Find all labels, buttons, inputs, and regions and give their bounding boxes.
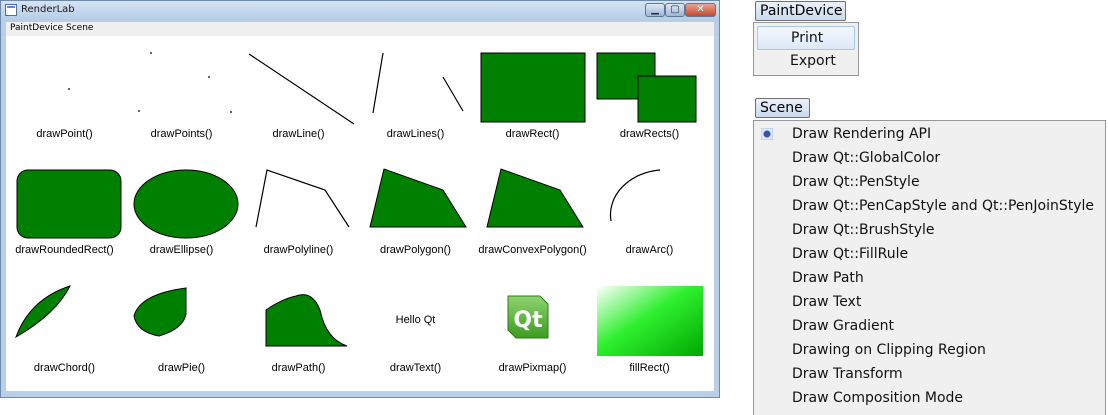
draw-lines-shape (372, 52, 464, 114)
tile-label: drawConvexPolygon() (478, 244, 587, 256)
title-bar[interactable]: RenderLab ▁ ▢ ✕ (1, 1, 719, 21)
scene-menu: Draw Rendering API Draw Qt::GlobalColor … (753, 120, 1106, 415)
tile-fill-rect: fillRect() (591, 272, 708, 390)
tile-label: drawLines() (386, 128, 445, 140)
tile-draw-rects: drawRects() (591, 36, 708, 154)
scene-item-draw-transform[interactable]: Draw Transform (754, 363, 1105, 387)
paintdevice-menu: Print Export (753, 22, 859, 76)
tile-label: drawPolyline() (263, 244, 334, 256)
radio-checked-icon (761, 128, 773, 140)
tile-label: drawPolygon() (380, 244, 451, 256)
menu-item-label: Draw Text (792, 294, 862, 310)
tile-draw-chord: drawChord() (6, 272, 123, 390)
tile-label: drawArc() (625, 244, 674, 256)
scene-item-draw-gradient[interactable]: Draw Gradient (754, 315, 1105, 339)
menu-scene[interactable]: Scene (66, 23, 93, 33)
menu-item-label: Print (791, 30, 824, 46)
scene-item-global-color[interactable]: Draw Qt::GlobalColor (754, 147, 1105, 171)
qt-logo-text: Qt (513, 308, 543, 333)
paintdevice-menu-title[interactable]: PaintDevice (755, 1, 846, 21)
tile-draw-pixmap: Qt drawPixmap() (474, 272, 591, 390)
tile-label: drawPoints() (150, 128, 213, 140)
menu-item-label: Draw Transform (792, 366, 903, 382)
tile-label: drawRects() (619, 128, 680, 140)
draw-polyline-shape (255, 169, 350, 228)
menu-item-label: Draw Qt::PenStyle (792, 174, 920, 190)
tile-draw-line: drawLine() (240, 36, 357, 154)
scene-item-clipping-region[interactable]: Drawing on Clipping Region (754, 339, 1105, 363)
scene-item-rendering-api[interactable]: Draw Rendering API (754, 123, 1105, 147)
tile-draw-rounded-rect: drawRoundedRect() (6, 154, 123, 272)
menu-item-label: Drawing on Clipping Region (792, 342, 986, 358)
menu-item-label: Draw Composition Mode (792, 390, 964, 406)
menu-item-label: Draw Gradient (792, 318, 894, 334)
tile-label: drawPath() (271, 362, 326, 374)
scene-item-pen-cap-join-style[interactable]: Draw Qt::PenCapStyle and Qt::PenJoinStyl… (754, 195, 1105, 219)
menu-item-label: Export (790, 53, 836, 69)
draw-convex-polygon-shape (486, 168, 584, 228)
tile-draw-text: Hello Qt drawText() (357, 272, 474, 390)
tile-draw-path: drawPath() (240, 272, 357, 390)
qt-logo-icon: Qt (507, 295, 549, 339)
scene-item-pen-style[interactable]: Draw Qt::PenStyle (754, 171, 1105, 195)
tile-draw-points: drawPoints() (123, 36, 240, 154)
menu-item-export[interactable]: Export (754, 50, 858, 74)
scene-item-fill-rule[interactable]: Draw Qt::FillRule (754, 243, 1105, 267)
tile-draw-polyline: drawPolyline() (240, 154, 357, 272)
menu-item-label: Draw Path (792, 270, 864, 286)
tile-draw-arc: drawArc() (591, 154, 708, 272)
tile-draw-rect: drawRect() (474, 36, 591, 154)
tile-label: drawPixmap() (498, 362, 567, 374)
fill-rect-shape (597, 286, 703, 356)
menu-item-label: Draw Qt::PenCapStyle and Qt::PenJoinStyl… (792, 198, 1095, 214)
window-title: RenderLab (21, 4, 75, 15)
draw-polygon-shape (369, 168, 467, 228)
render-canvas: drawPoint() drawPoints() drawLine() draw… (6, 36, 714, 391)
draw-rounded-rect-shape (16, 169, 122, 239)
tile-label: drawRect() (505, 128, 560, 140)
tile-label: fillRect() (629, 362, 670, 374)
draw-path-shape (265, 294, 348, 347)
scene-menu-title[interactable]: Scene (755, 98, 810, 118)
menu-item-print[interactable]: Print (757, 26, 855, 50)
draw-rect-shape (480, 52, 586, 123)
menu-item-label: Draw Qt::GlobalColor (792, 150, 941, 166)
app-icon (5, 4, 17, 16)
tile-draw-ellipse: drawEllipse() (123, 154, 240, 272)
tile-label: drawRoundedRect() (15, 244, 114, 256)
maximize-button[interactable]: ▢ (665, 3, 685, 17)
draw-arc-shape (609, 169, 661, 222)
scene-item-brush-style[interactable]: Draw Qt::BrushStyle (754, 219, 1105, 243)
draw-points-shape (138, 52, 232, 113)
menu-item-label: Draw Qt::FillRule (792, 246, 909, 262)
menu-item-label: Draw Qt::BrushStyle (792, 222, 935, 238)
tile-draw-convex-polygon: drawConvexPolygon() (474, 154, 591, 272)
draw-pie-shape (133, 287, 187, 337)
draw-point-shape (68, 88, 70, 90)
hello-qt-text: Hello Qt (395, 314, 436, 326)
draw-ellipse-shape (133, 169, 239, 239)
menu-paintdevice[interactable]: PaintDevice (10, 23, 63, 33)
tile-draw-point: drawPoint() (6, 36, 123, 154)
renderlab-window: RenderLab ▁ ▢ ✕ PaintDevice Scene drawPo… (0, 0, 720, 398)
minimize-button[interactable]: ▁ (645, 3, 665, 17)
draw-rects-shape (596, 52, 697, 123)
tile-draw-polygon: drawPolygon() (357, 154, 474, 272)
close-button[interactable]: ✕ (685, 3, 716, 17)
scene-item-draw-text[interactable]: Draw Text (754, 291, 1105, 315)
tile-label: drawText() (389, 362, 442, 374)
tile-label: drawPie() (157, 362, 206, 374)
draw-line-shape (248, 53, 355, 125)
menu-bar: PaintDevice Scene (6, 22, 714, 36)
scene-item-composition-mode[interactable]: Draw Composition Mode (754, 387, 1105, 411)
tile-label: drawEllipse() (149, 244, 214, 256)
menu-item-label: Draw Rendering API (792, 126, 932, 142)
scene-item-draw-path[interactable]: Draw Path (754, 267, 1105, 291)
tile-label: drawLine() (272, 128, 325, 140)
tile-label: drawPoint() (36, 128, 93, 140)
tile-draw-pie: drawPie() (123, 272, 240, 390)
tile-draw-lines: drawLines() (357, 36, 474, 154)
tile-label: drawChord() (33, 362, 96, 374)
draw-chord-shape (15, 285, 71, 339)
